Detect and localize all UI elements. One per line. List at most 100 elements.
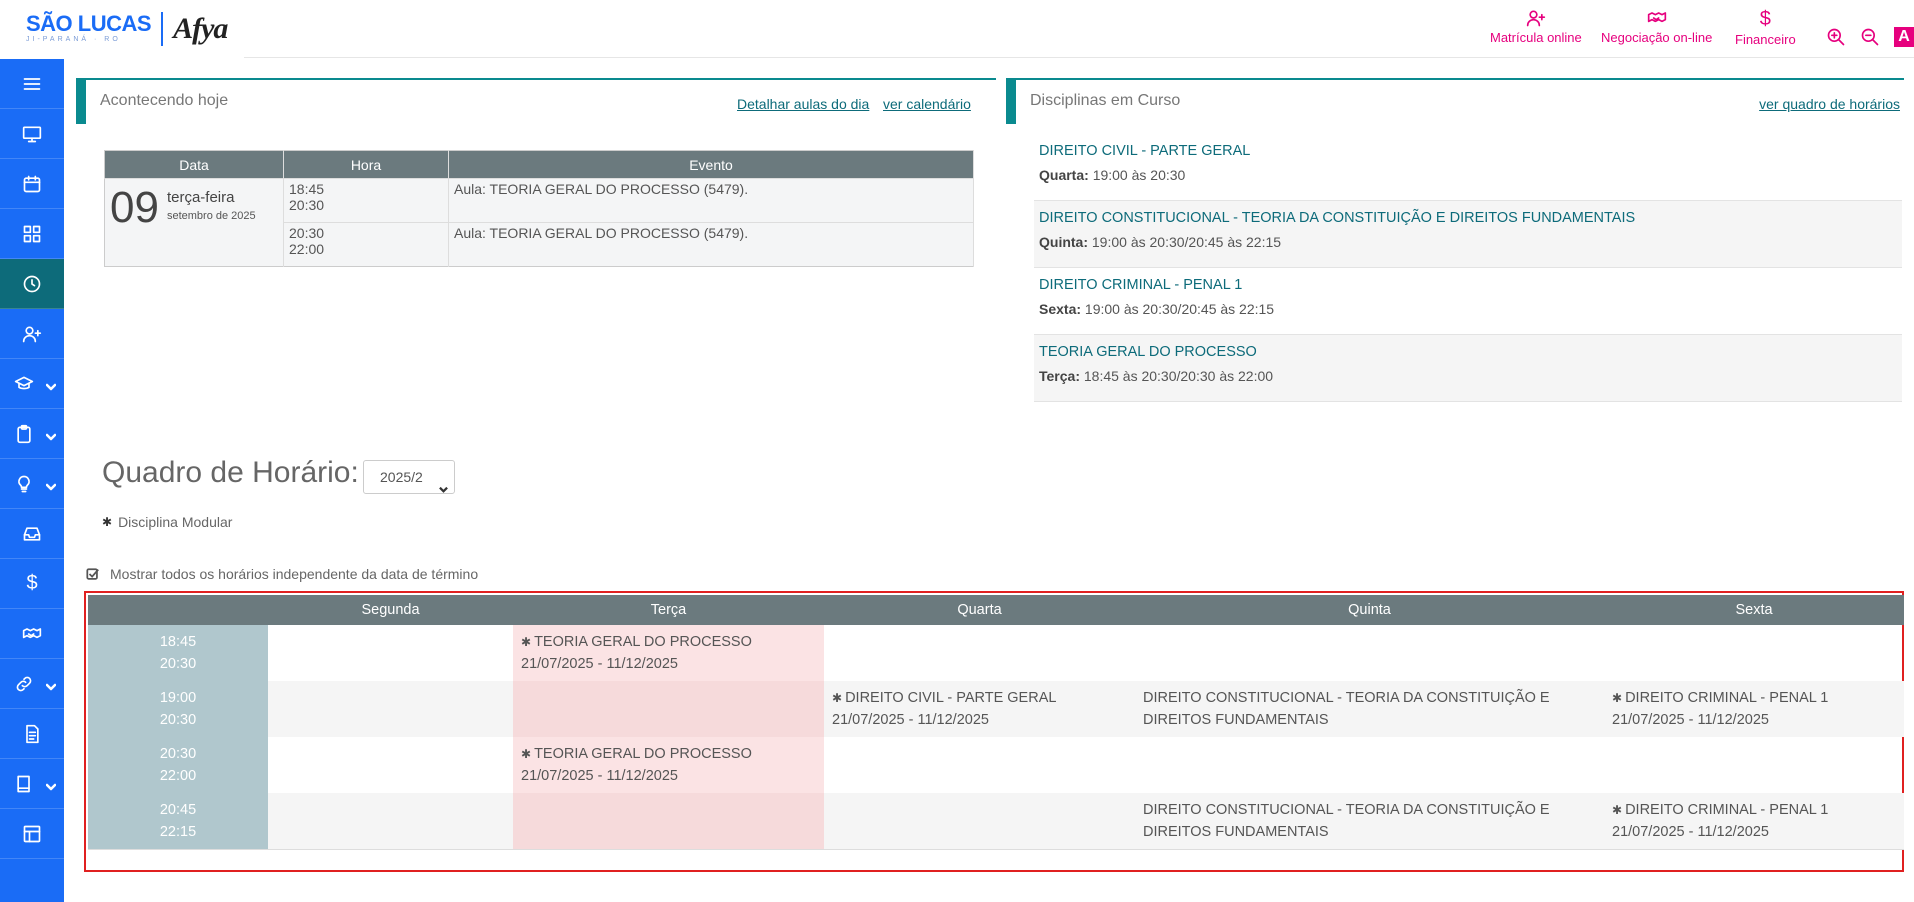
- view-schedule-link[interactable]: ver quadro de horários: [1759, 96, 1900, 112]
- sidebar-item-layout[interactable]: [0, 809, 64, 859]
- course-day: Sexta:: [1039, 301, 1082, 317]
- end-time: 22:15: [159, 824, 197, 840]
- detail-classes-link[interactable]: Detalhar aulas do dia: [737, 96, 869, 112]
- sidebar-item-documents[interactable]: [0, 709, 64, 759]
- start-time: 18:45: [159, 634, 197, 650]
- course-name-link[interactable]: DIREITO CONSTITUCIONAL - TEORIA DA CONST…: [1039, 207, 1897, 234]
- handshake-icon: [1647, 12, 1666, 23]
- nav-financeiro[interactable]: $ Financeiro: [1735, 8, 1796, 47]
- handshake-icon: [22, 627, 42, 638]
- start-time: 19:00: [159, 690, 197, 706]
- schedule-table: Segunda Terça Quarta Quinta Sexta 18:45 2…: [88, 595, 1904, 850]
- chevron-down-icon: [439, 473, 448, 493]
- course-name-link[interactable]: DIREITO CIVIL - PARTE GERAL: [1039, 140, 1897, 167]
- sidebar-item-links[interactable]: [0, 659, 64, 709]
- class-dates: 21/07/2025 - 11/12/2025: [832, 712, 989, 728]
- period-select[interactable]: 2025/2: [363, 460, 455, 494]
- today-title: Acontecendo hoje: [100, 92, 229, 109]
- class-name-text: DIREITO CONSTITUCIONAL - TEORIA DA CONST…: [1143, 690, 1550, 728]
- asterisk-icon: ✱: [1612, 691, 1623, 705]
- sidebar-item-requests[interactable]: [0, 409, 64, 459]
- sidebar-item-schedule[interactable]: [0, 259, 64, 309]
- column-header-time: [88, 595, 268, 625]
- header-divider: [244, 57, 1914, 58]
- sidebar-item-calendar[interactable]: [0, 159, 64, 209]
- time-cell: 18:45 20:30: [283, 178, 449, 223]
- class-name-text: DIREITO CIVIL - PARTE GERAL: [845, 690, 1057, 706]
- schedule-cell: ✱ DIREITO CRIMINAL - PENAL 1 21/07/2025 - …: [1604, 793, 1904, 850]
- nav-negociacao-online[interactable]: Negociação on-line: [1601, 8, 1712, 45]
- view-calendar-link[interactable]: ver calendário: [883, 96, 971, 112]
- grid-icon: [23, 225, 41, 242]
- sidebar-item-library[interactable]: [0, 759, 64, 809]
- inbox-icon: [23, 526, 41, 541]
- list-item: TEORIA GERAL DO PROCESSO Terça: 18:45 às…: [1034, 335, 1902, 402]
- class-name: ✱ TEORIA GERAL DO PROCESSO: [521, 631, 816, 653]
- nav-matricula-online[interactable]: Matrícula online: [1490, 8, 1582, 45]
- zoom-out-icon[interactable]: [1860, 27, 1880, 52]
- course-hours: 19:00 às 20:30/20:45 às 22:15: [1091, 234, 1282, 250]
- asterisk-icon: ✱: [102, 515, 113, 529]
- schedule-cell: [1604, 737, 1904, 793]
- class-name: ✱ DIREITO CRIMINAL - PENAL 1: [1612, 687, 1896, 709]
- course-name-link[interactable]: TEORIA GERAL DO PROCESSO: [1039, 341, 1897, 368]
- schedule-cell: [824, 793, 1135, 850]
- time-slot: 20:45 22:15: [88, 793, 268, 850]
- asterisk-icon: ✱: [521, 747, 532, 761]
- sidebar-item-finance[interactable]: $: [0, 559, 64, 609]
- sidebar-item-negotiation[interactable]: [0, 609, 64, 659]
- day-number: 09: [110, 183, 159, 232]
- clipboard-icon: [17, 424, 31, 443]
- class-name: DIREITO CONSTITUCIONAL - TEORIA DA CONST…: [1143, 799, 1596, 843]
- schedule-title: Quadro de Horário:: [102, 456, 359, 489]
- sidebar-item-inbox[interactable]: [0, 509, 64, 559]
- column-header: Data: [104, 150, 284, 179]
- contrast-toggle[interactable]: A: [1894, 27, 1914, 47]
- logo[interactable]: SÃO LUCAS JI-PARANÁ · RO Afya: [26, 12, 228, 46]
- date-cell: 09 terça-feira setembro de 2025: [104, 178, 284, 267]
- dollar-icon: $: [26, 572, 38, 594]
- checkbox-checked-icon: [86, 568, 99, 580]
- course-day: Quarta:: [1039, 167, 1089, 183]
- column-header: Quinta: [1135, 595, 1604, 625]
- lightbulb-icon: [18, 475, 30, 492]
- sidebar-item-ideas[interactable]: [0, 459, 64, 509]
- start-time: 20:45: [159, 802, 197, 818]
- class-dates: 21/07/2025 - 11/12/2025: [521, 768, 678, 784]
- end-time: 20:30: [159, 656, 197, 672]
- schedule-cell: [1135, 737, 1604, 793]
- class-dates: 21/07/2025 - 11/12/2025: [521, 656, 678, 672]
- checkbox-label: Mostrar todos os horários independente d…: [110, 566, 479, 582]
- show-all-checkbox[interactable]: Mostrar todos os horários independente d…: [86, 566, 478, 582]
- schedule-cell: ✱ TEORIA GERAL DO PROCESSO 21/07/2025 - 11…: [513, 737, 824, 793]
- top-header: SÃO LUCAS JI-PARANÁ · RO Afya Matrícula …: [0, 0, 1914, 59]
- sidebar-item-enrollment[interactable]: [0, 309, 64, 359]
- sidebar-item-grid[interactable]: [0, 209, 64, 259]
- course-name-link[interactable]: DIREITO CRIMINAL - PENAL 1: [1039, 274, 1897, 301]
- column-header: Segunda: [268, 595, 513, 625]
- list-item: DIREITO CRIMINAL - PENAL 1 Sexta: 19:00 …: [1034, 268, 1902, 335]
- logo-subtitle: JI-PARANÁ · RO: [26, 36, 121, 43]
- table-row: 18:45 20:30 ✱ TEORIA GERAL DO PROCESSO 21/07…: [88, 625, 1904, 681]
- column-header: Sexta: [1604, 595, 1904, 625]
- sidebar-item-menu[interactable]: [0, 59, 64, 109]
- courses-title: Disciplinas em Curso: [1030, 92, 1181, 109]
- course-time: Terça: 18:45 às 20:30/20:30 às 22:00: [1039, 368, 1897, 384]
- class-dates: 21/07/2025 - 11/12/2025: [1612, 712, 1769, 728]
- schedule-cell: [268, 737, 513, 793]
- class-name-text: DIREITO CRIMINAL - PENAL 1: [1625, 802, 1829, 818]
- schedule-cell: ✱ DIREITO CRIMINAL - PENAL 1 21/07/2025 - …: [1604, 681, 1904, 737]
- schedule-cell: DIREITO CONSTITUCIONAL - TEORIA DA CONST…: [1135, 793, 1604, 850]
- column-header: Terça: [513, 595, 824, 625]
- table-row: 20:30 22:00 ✱ TEORIA GERAL DO PROCESSO 21/07…: [88, 737, 1904, 793]
- list-item: DIREITO CONSTITUCIONAL - TEORIA DA CONST…: [1034, 201, 1902, 268]
- chevron-down-icon: [45, 379, 57, 390]
- sidebar-item-academic[interactable]: [0, 359, 64, 409]
- start-time: 20:30: [159, 746, 197, 762]
- zoom-in-icon[interactable]: [1826, 27, 1846, 52]
- sidebar-item-dashboard[interactable]: [0, 109, 64, 159]
- column-header: Evento: [448, 150, 974, 179]
- schedule-cell: ✱ DIREITO CIVIL - PARTE GERAL 21/07/2025 -…: [824, 681, 1135, 737]
- start-time: 18:45: [289, 181, 325, 197]
- schedule-cell: [268, 793, 513, 850]
